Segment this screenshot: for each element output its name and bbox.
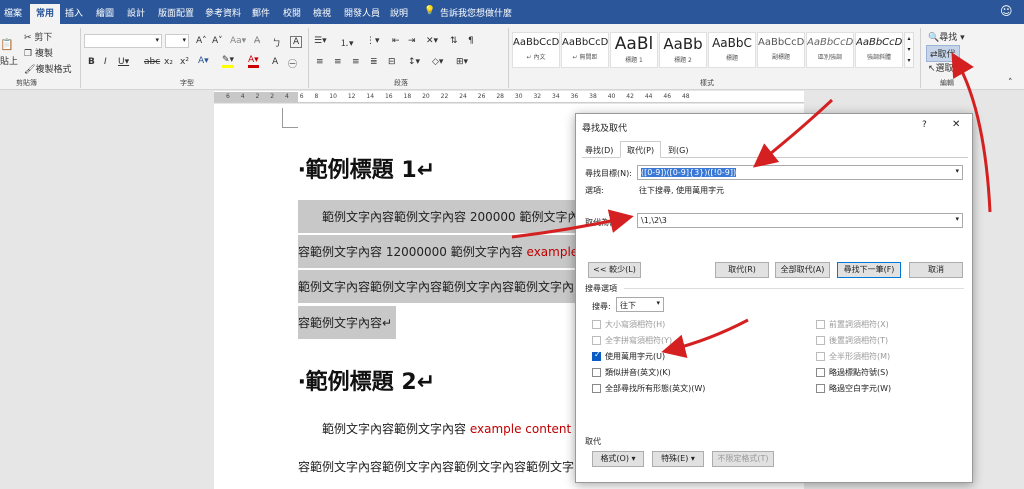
arrow-to-wildcards bbox=[661, 318, 749, 359]
annotation-arrows bbox=[511, 52, 992, 359]
arrow-to-replace-field bbox=[511, 209, 634, 239]
arrow-to-replace-button bbox=[951, 52, 992, 213]
arrow-to-find-field bbox=[752, 98, 834, 168]
